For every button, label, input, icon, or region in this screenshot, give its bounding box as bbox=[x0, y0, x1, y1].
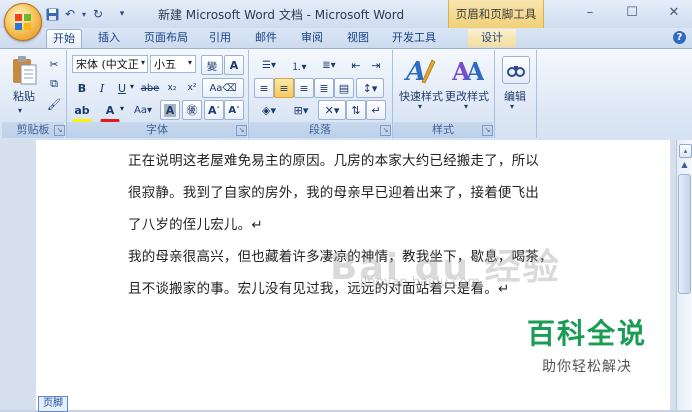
paragraph-group-label: 段落 bbox=[249, 122, 391, 138]
subscript-icon[interactable]: x₂ bbox=[162, 78, 182, 98]
tab-design[interactable]: 设计 bbox=[468, 29, 516, 47]
font-group-label: 字体 bbox=[67, 122, 247, 138]
enclose-characters-icon[interactable]: ㊝ bbox=[182, 100, 202, 120]
justify-icon[interactable]: ≣ bbox=[314, 78, 334, 98]
font-name-combo[interactable]: 宋体 (中文正 bbox=[72, 55, 148, 73]
align-center-icon[interactable]: ≡ bbox=[274, 78, 294, 98]
tab-home[interactable]: 开始 bbox=[46, 29, 82, 49]
clear-formatting-icon[interactable]: Aa⌫ bbox=[202, 78, 244, 98]
ruler-toggle-icon[interactable]: ▴ bbox=[679, 144, 692, 158]
grow-font-icon[interactable]: A ˄ bbox=[204, 100, 224, 120]
change-case-icon[interactable]: Aa▾ bbox=[130, 100, 156, 120]
paste-icon[interactable] bbox=[8, 54, 40, 86]
document-line: 了八岁的侄儿宏儿。↵ bbox=[128, 217, 263, 233]
font-size-dropdown-icon[interactable]: ▾ bbox=[188, 58, 192, 67]
paste-dropdown-icon[interactable]: ▾ bbox=[18, 106, 22, 115]
svg-text:A: A bbox=[465, 57, 484, 86]
decrease-indent-icon[interactable]: ⇤ bbox=[346, 55, 366, 75]
copy-icon[interactable]: ⧉ bbox=[44, 74, 64, 94]
format-painter-icon[interactable]: 🖌 bbox=[44, 94, 64, 114]
tab-review[interactable]: 审阅 bbox=[294, 29, 330, 47]
paste-button-label[interactable]: 粘贴 bbox=[4, 88, 44, 104]
highlight-color-icon[interactable]: ab bbox=[72, 100, 92, 122]
tab-developer[interactable]: 开发工具 bbox=[386, 29, 442, 47]
tab-references[interactable]: 引用 bbox=[202, 29, 238, 47]
contextual-tab-header: 页眉和页脚工具 bbox=[448, 0, 544, 28]
italic-icon[interactable]: I bbox=[92, 78, 112, 98]
scrollbar-thumb[interactable] bbox=[678, 174, 691, 294]
character-border-icon[interactable]: A bbox=[224, 55, 244, 75]
superscript-icon[interactable]: x² bbox=[182, 78, 202, 98]
styles-group-label: 样式 bbox=[393, 122, 493, 138]
bold-icon[interactable]: B bbox=[72, 78, 92, 98]
tab-insert[interactable]: 插入 bbox=[90, 29, 128, 47]
minimize-icon[interactable]: – bbox=[576, 4, 604, 22]
change-styles-icon[interactable]: AA bbox=[451, 54, 485, 86]
tab-view[interactable]: 视图 bbox=[340, 29, 376, 47]
office-logo-icon bbox=[15, 14, 31, 30]
distributed-icon[interactable]: ▤ bbox=[334, 78, 354, 98]
group-separator bbox=[494, 50, 495, 138]
shading-icon[interactable]: ◈▾ bbox=[254, 100, 284, 120]
paragraph-launcher-icon[interactable]: ↘ bbox=[380, 125, 391, 136]
editing-dropdown-icon[interactable]: ▾ bbox=[510, 102, 514, 111]
close-icon[interactable]: ✕ bbox=[660, 4, 688, 22]
office-button[interactable] bbox=[4, 3, 42, 41]
editing-label[interactable]: 编辑 bbox=[498, 88, 532, 104]
change-styles-dropdown-icon[interactable]: ▾ bbox=[464, 102, 468, 111]
tab-page-layout[interactable]: 页面布局 bbox=[138, 29, 194, 47]
help-icon[interactable]: ? bbox=[673, 31, 686, 44]
quick-styles-icon[interactable]: A bbox=[403, 54, 436, 87]
document-line: 很寂静。我到了自家的房外，我的母亲早已迎着出来了，接着便飞出 bbox=[128, 185, 539, 201]
align-left-icon[interactable]: ≡ bbox=[254, 78, 274, 98]
badge-subtitle: 助你轻松解决 bbox=[542, 359, 632, 375]
badge-title: 百科全说 bbox=[526, 317, 647, 350]
baidu-watermark-url: jingyan.baidu.com bbox=[360, 275, 480, 290]
group-separator bbox=[536, 50, 537, 138]
quick-styles-dropdown-icon[interactable]: ▾ bbox=[418, 102, 422, 111]
multilevel-list-icon[interactable]: ≣▾ bbox=[314, 55, 344, 75]
font-color-icon[interactable]: A bbox=[100, 100, 120, 122]
clipboard-launcher-icon[interactable]: ↘ bbox=[54, 125, 65, 136]
sort-icon[interactable]: ⇅ bbox=[346, 100, 366, 120]
character-shading-icon[interactable]: A bbox=[160, 100, 180, 120]
editing-icon[interactable] bbox=[502, 56, 530, 84]
font-color-dropdown-icon[interactable]: ▾ bbox=[120, 104, 124, 113]
line-spacing-icon[interactable]: ↕▾ bbox=[356, 78, 384, 98]
borders-icon[interactable]: ⊞▾ bbox=[286, 100, 316, 120]
phonetic-guide-icon[interactable]: 變 bbox=[201, 55, 223, 75]
numbering-icon[interactable]: ⒈▾ bbox=[284, 55, 314, 75]
chinese-layout-icon[interactable]: ✕▾ bbox=[318, 100, 346, 120]
cut-icon[interactable]: ✂ bbox=[44, 54, 64, 74]
maximize-icon[interactable]: ☐ bbox=[618, 4, 646, 22]
font-name-dropdown-icon[interactable]: ▾ bbox=[141, 58, 145, 67]
align-right-icon[interactable]: ≡ bbox=[294, 78, 314, 98]
scroll-up-icon[interactable]: ▲ bbox=[679, 160, 690, 172]
font-launcher-icon[interactable]: ↘ bbox=[236, 125, 247, 136]
tab-mailings[interactable]: 邮件 bbox=[248, 29, 284, 47]
styles-launcher-icon[interactable]: ↘ bbox=[482, 125, 493, 136]
underline-dropdown-icon[interactable]: ▾ bbox=[130, 82, 134, 91]
shrink-font-icon[interactable]: A ˅ bbox=[224, 100, 244, 120]
underline-icon[interactable]: U bbox=[112, 78, 132, 98]
strikethrough-icon[interactable]: abe bbox=[140, 78, 160, 98]
increase-indent-icon[interactable]: ⇥ bbox=[366, 55, 386, 75]
document-line: 正在说明这老屋难免易主的原因。几房的本家大约已经搬走了，所以 bbox=[128, 153, 539, 169]
show-marks-icon[interactable]: ↵ bbox=[366, 100, 386, 120]
bullets-icon[interactable]: ☰▾ bbox=[254, 55, 284, 75]
